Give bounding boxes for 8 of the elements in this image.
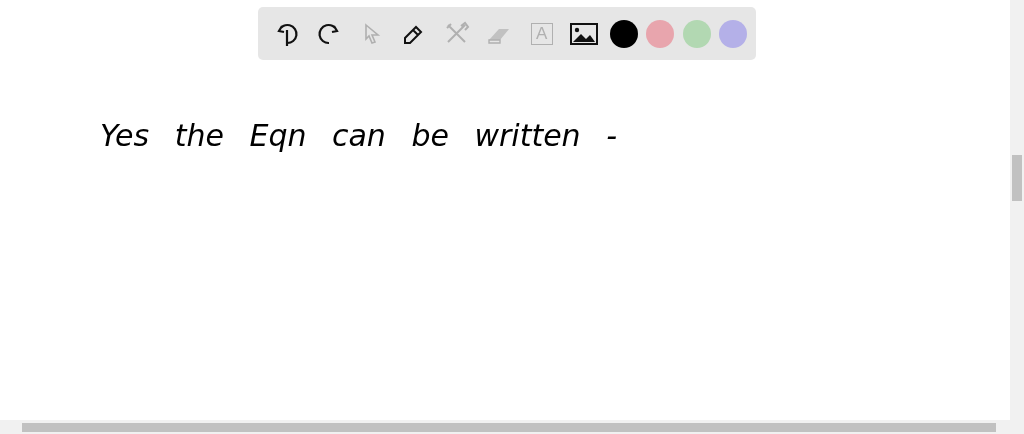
vertical-scrollbar[interactable] [1010,0,1024,420]
horizontal-scrollbar[interactable] [0,420,1024,434]
handwritten-text: Yes the Eqn can be written - [100,118,617,153]
image-icon [569,20,600,47]
color-swatch[interactable] [719,19,748,48]
color-swatch[interactable] [646,19,675,48]
color-swatch[interactable] [682,19,711,48]
color-swatch[interactable] [609,19,638,48]
